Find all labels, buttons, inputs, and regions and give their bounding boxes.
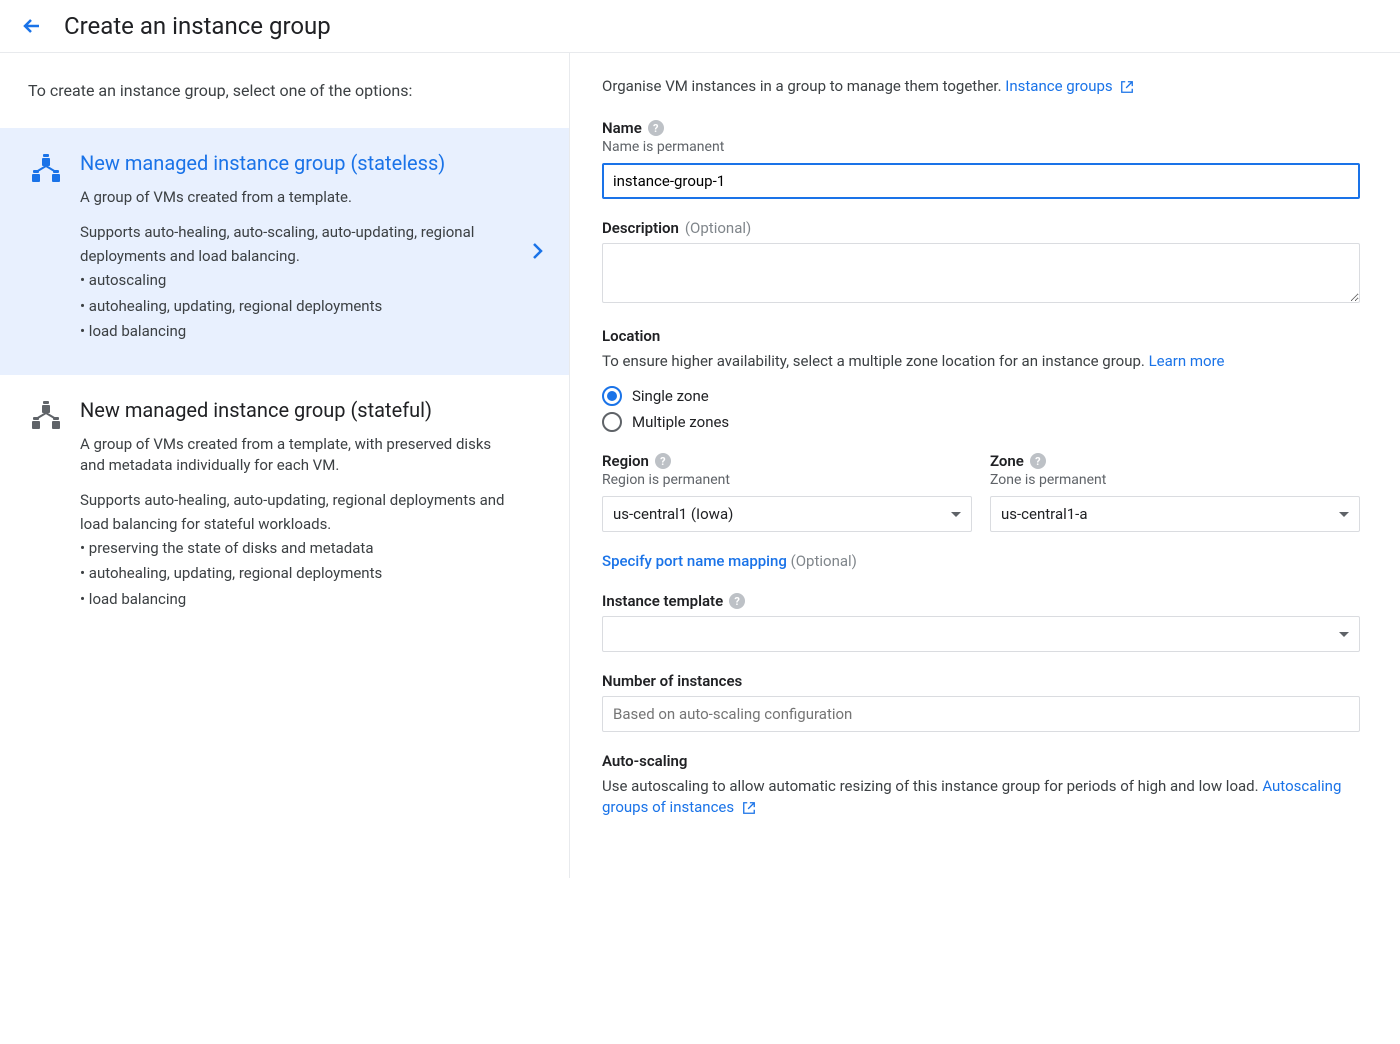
option-stateless-supports: Supports auto-healing, auto-scaling, aut…: [80, 220, 509, 268]
instance-groups-link[interactable]: Instance groups: [1005, 77, 1134, 95]
radio-unchecked-icon: [602, 412, 622, 432]
description-input[interactable]: [602, 243, 1360, 303]
option-stateful-bullet: • load balancing: [80, 587, 509, 613]
option-stateless[interactable]: New managed instance group (stateless) A…: [0, 128, 569, 375]
option-stateful-bullet: • preserving the state of disks and meta…: [80, 536, 509, 562]
option-stateful[interactable]: New managed instance group (stateful) A …: [0, 375, 569, 643]
caret-down-icon: [1339, 512, 1349, 517]
left-intro-text: To create an instance group, select one …: [0, 53, 569, 128]
name-sublabel: Name is permanent: [602, 139, 1360, 155]
help-icon[interactable]: ?: [648, 120, 664, 136]
region-sublabel: Region is permanent: [602, 472, 972, 488]
instance-template-label: Instance template ?: [602, 592, 745, 610]
instance-group-icon: [28, 154, 64, 190]
port-mapping-link[interactable]: Specify port name mapping: [602, 552, 787, 570]
num-instances-input[interactable]: [602, 696, 1360, 732]
radio-single-zone[interactable]: Single zone: [602, 386, 1360, 406]
region-label: Region ?: [602, 452, 671, 470]
option-stateful-supports: Supports auto-healing, auto-updating, re…: [80, 488, 509, 536]
radio-checked-icon: [602, 386, 622, 406]
back-arrow-icon[interactable]: [20, 14, 44, 38]
left-panel: To create an instance group, select one …: [0, 53, 570, 878]
port-mapping-row: Specify port name mapping (Optional): [602, 552, 1360, 570]
option-stateless-bullet: • autoscaling: [80, 268, 509, 294]
instance-template-select[interactable]: [602, 616, 1360, 652]
instance-group-icon: [28, 401, 64, 437]
zone-sublabel: Zone is permanent: [990, 472, 1360, 488]
zone-select-value: us-central1-a: [1001, 505, 1087, 523]
option-stateless-title: New managed instance group (stateless): [80, 150, 509, 177]
location-learn-more-link[interactable]: Learn more: [1149, 352, 1225, 370]
option-stateless-bullet: • autohealing, updating, regional deploy…: [80, 294, 509, 320]
location-title: Location: [602, 327, 1360, 345]
option-stateful-bullet: • autohealing, updating, regional deploy…: [80, 561, 509, 587]
name-label: Name ?: [602, 119, 664, 137]
help-icon[interactable]: ?: [655, 453, 671, 469]
num-instances-label: Number of instances: [602, 672, 742, 690]
help-icon[interactable]: ?: [1030, 453, 1046, 469]
option-stateless-bullet: • load balancing: [80, 319, 509, 345]
form-intro: Organise VM instances in a group to mana…: [602, 77, 1360, 95]
autoscaling-title: Auto-scaling: [602, 752, 1360, 770]
radio-multiple-zones-label: Multiple zones: [632, 413, 729, 431]
caret-down-icon: [951, 512, 961, 517]
region-select[interactable]: us-central1 (Iowa): [602, 496, 972, 532]
external-link-icon: [742, 801, 756, 815]
name-input[interactable]: [602, 163, 1360, 199]
right-panel: Organise VM instances in a group to mana…: [570, 53, 1400, 878]
zone-select[interactable]: us-central1-a: [990, 496, 1360, 532]
option-stateful-desc: A group of VMs created from a template, …: [80, 434, 509, 476]
description-label: Description (Optional): [602, 219, 751, 237]
location-desc: To ensure higher availability, select a …: [602, 351, 1360, 372]
radio-single-zone-label: Single zone: [632, 387, 709, 405]
region-select-value: us-central1 (Iowa): [613, 505, 733, 523]
external-link-icon: [1120, 80, 1134, 94]
caret-down-icon: [1339, 632, 1349, 637]
zone-label: Zone ?: [990, 452, 1046, 470]
autoscaling-desc: Use autoscaling to allow automatic resiz…: [602, 776, 1360, 818]
help-icon[interactable]: ?: [729, 593, 745, 609]
page-title: Create an instance group: [64, 12, 331, 40]
option-stateless-desc: A group of VMs created from a template.: [80, 187, 509, 208]
radio-multiple-zones[interactable]: Multiple zones: [602, 412, 1360, 432]
chevron-right-icon: [525, 239, 549, 263]
option-stateful-title: New managed instance group (stateful): [80, 397, 509, 424]
